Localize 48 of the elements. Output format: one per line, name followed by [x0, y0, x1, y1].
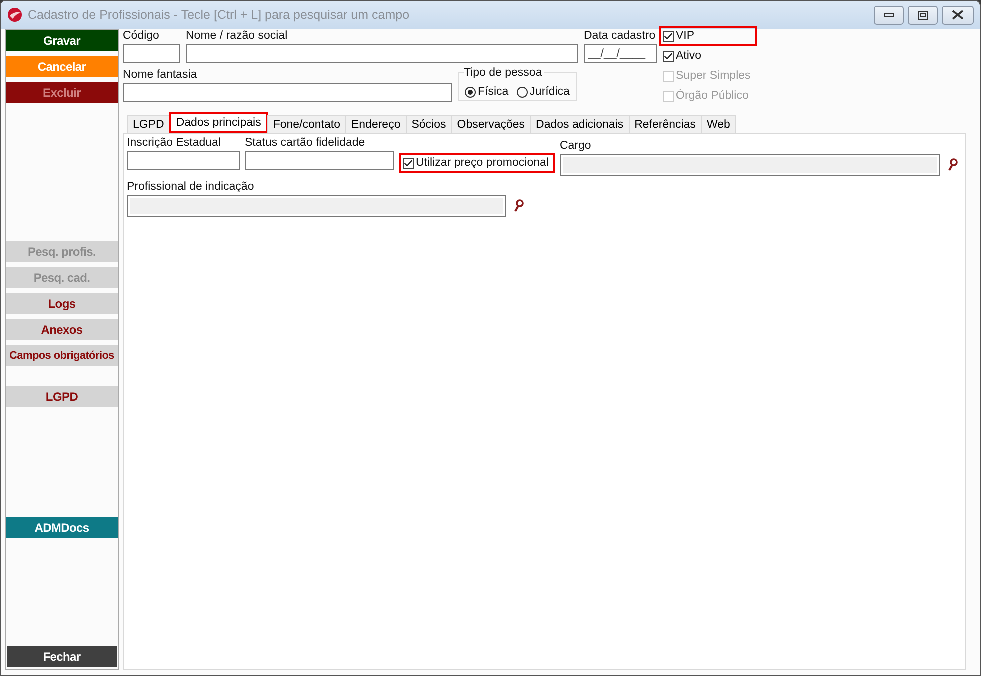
- maximize-button[interactable]: [908, 6, 938, 24]
- tab[interactable]: LGPD: [127, 115, 170, 133]
- checkbox[interactable]: Utilizar preço promocional: [399, 153, 555, 173]
- close-icon: [952, 10, 964, 20]
- field-label: Profissional de indicação: [127, 180, 256, 195]
- field-label: Inscrição Estadual: [127, 136, 222, 151]
- input-field[interactable]: [123, 83, 452, 102]
- sidebar-button[interactable]: Fechar: [7, 646, 117, 667]
- tab[interactable]: Web: [700, 115, 736, 133]
- minimize-button[interactable]: [874, 6, 904, 24]
- field-label: Status cartão fidelidade: [245, 136, 366, 151]
- restore-icon: [918, 10, 928, 20]
- radio-option[interactable]: Física: [465, 86, 509, 98]
- field-label: Nome / razão social: [186, 29, 289, 44]
- tab[interactable]: Referências: [628, 115, 702, 133]
- field-label: Código: [123, 29, 160, 44]
- search-icon[interactable]: [948, 158, 958, 172]
- input-field[interactable]: [123, 44, 180, 63]
- tab[interactable]: Dados adicionais: [530, 115, 630, 133]
- tab[interactable]: Fone/contato: [267, 115, 346, 133]
- field-label: Cargo: [560, 139, 592, 154]
- group-label: Tipo de pessoa: [464, 67, 544, 80]
- input-field[interactable]: [127, 195, 506, 217]
- sidebar-button[interactable]: Logs: [6, 293, 118, 314]
- window-title: Cadastro de Profissionais - Tecle [Ctrl + L] para pesquisar um campo: [28, 8, 411, 22]
- input-field[interactable]: [127, 151, 240, 170]
- tab[interactable]: Dados principais: [169, 112, 268, 133]
- sidebar-button[interactable]: Campos obrigatórios: [6, 345, 118, 366]
- field-label: Data cadastro: [584, 29, 657, 44]
- sidebar-button[interactable]: ADMDocs: [6, 517, 118, 538]
- tab[interactable]: Endereço: [345, 115, 407, 133]
- sidebar-button[interactable]: Anexos: [6, 319, 118, 340]
- radio-option[interactable]: Jurídica: [516, 86, 570, 98]
- input-field[interactable]: [245, 151, 394, 170]
- tab[interactable]: Observações: [451, 115, 532, 133]
- minimize-icon: [884, 12, 894, 18]
- close-button[interactable]: [942, 6, 974, 24]
- input-field[interactable]: [560, 154, 940, 176]
- checkbox[interactable]: VIP: [659, 26, 757, 46]
- date-field[interactable]: __/__/____: [584, 44, 657, 63]
- input-field[interactable]: [186, 44, 578, 63]
- field-label: Nome fantasia: [123, 68, 198, 83]
- tab[interactable]: Sócios: [406, 115, 452, 133]
- sidebar-button[interactable]: Gravar: [6, 30, 118, 51]
- search-icon[interactable]: [514, 199, 524, 213]
- sidebar-button[interactable]: LGPD: [6, 386, 118, 407]
- app-logo-icon: [7, 7, 23, 23]
- checkbox[interactable]: Ativo: [659, 46, 757, 66]
